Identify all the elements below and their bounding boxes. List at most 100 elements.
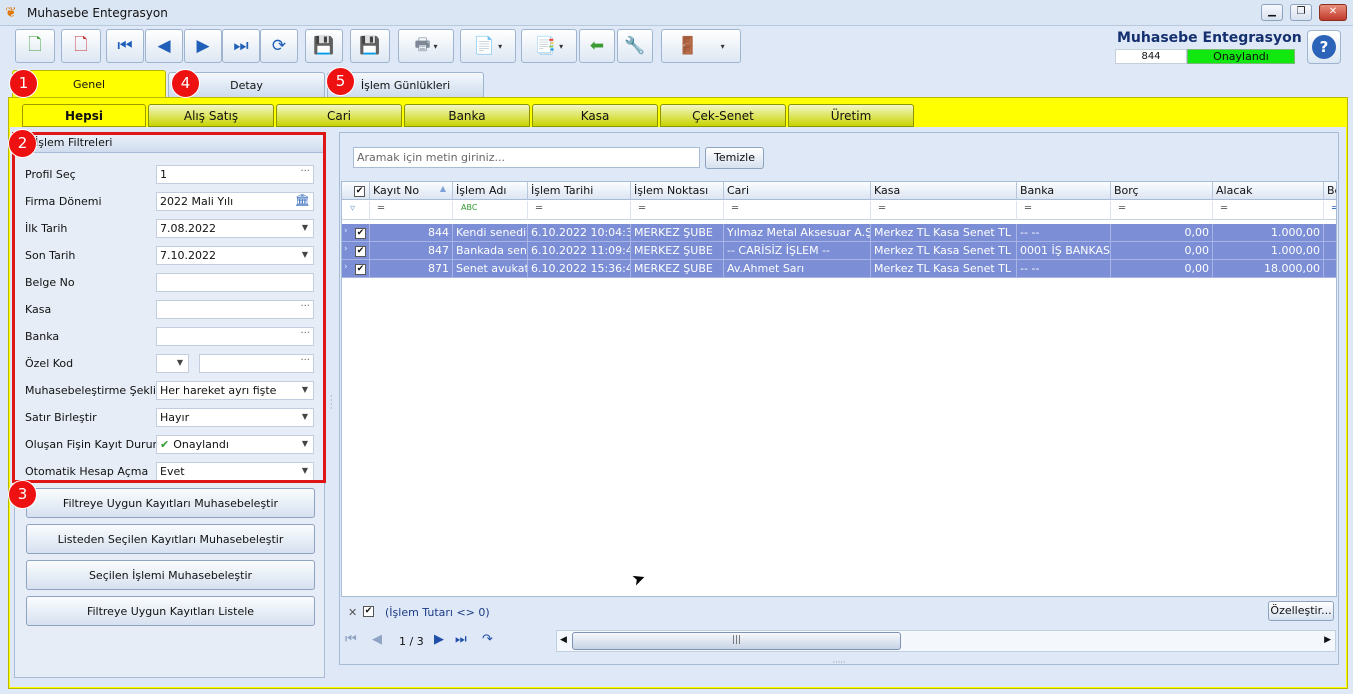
select-all-checkbox[interactable]: ✔ — [342, 182, 370, 200]
filter-alacak[interactable]: ═ — [1213, 201, 1324, 220]
muhasebelestir-selected-button[interactable]: Listeden Seçilen Kayıtları Muhasebeleşti… — [26, 524, 315, 554]
print-button[interactable]: 🖶 ▾ — [398, 29, 454, 63]
chevron-down-icon[interactable]: ▼ — [302, 223, 308, 232]
export-button[interactable]: 📑 ▾ — [521, 29, 577, 63]
column-banka[interactable]: Banka — [1017, 182, 1111, 200]
column-be[interactable]: Be — [1324, 182, 1336, 200]
column-islem-tarihi[interactable]: İşlem Tarihi — [528, 182, 631, 200]
text-filter-icon[interactable]: ABC — [453, 201, 528, 220]
nav-last-icon[interactable]: ⏭ — [455, 632, 467, 647]
new-record-button[interactable]: 🗋 — [15, 29, 55, 63]
horizontal-scrollbar[interactable]: ◀ ||| ▶ — [556, 630, 1336, 652]
ozel-kod-select[interactable]: ▼ — [156, 354, 189, 373]
scroll-right-icon[interactable]: ▶ — [1324, 635, 1331, 645]
chevron-down-icon[interactable]: ▼ — [302, 439, 308, 448]
subtab-banka[interactable]: Banka — [404, 104, 530, 127]
table-row[interactable]: › ✔ 871 Senet avukata 6.10.2022 15:36:47… — [342, 260, 1336, 278]
table-row[interactable]: › ✔ 844 Kendi senedimiz 6.10.2022 10:04:… — [342, 224, 1336, 242]
column-borc[interactable]: Borç — [1111, 182, 1213, 200]
scroll-left-icon[interactable]: ◀ — [560, 635, 567, 645]
nav-first-icon[interactable]: ⏮ — [345, 632, 357, 647]
filter-be[interactable]: ═ — [1324, 201, 1336, 220]
chevron-down-icon[interactable]: ▼ — [302, 412, 308, 421]
table-row[interactable]: › ✔ 847 Bankada senet 6.10.2022 11:09:43… — [342, 242, 1336, 260]
filter-enabled-checkbox[interactable]: ✔ — [363, 606, 374, 617]
save-button[interactable]: 💾 — [305, 29, 343, 63]
chevron-down-icon[interactable]: ▼ — [302, 466, 308, 475]
row-checkbox[interactable]: ✔ — [354, 242, 370, 260]
tools-button[interactable]: 🔧 — [617, 29, 653, 63]
chevron-down-icon[interactable]: ▼ — [177, 358, 183, 367]
column-islem-adi[interactable]: İşlem Adı — [453, 182, 528, 200]
refresh-button[interactable]: ⟳ — [260, 29, 298, 63]
satir-birlestir-select[interactable]: Hayır ▼ — [156, 408, 314, 427]
fis-kayit-durumu-select[interactable]: ✔ Onaylandı ▼ — [156, 435, 314, 454]
column-kayit-no[interactable]: Kayıt No ▲ — [370, 182, 453, 200]
active-filter-text[interactable]: (İşlem Tutarı <> 0) — [385, 606, 490, 619]
muhasebelestir-current-button[interactable]: Seçilen İşlemi Muhasebeleştir — [26, 560, 315, 590]
muhasebelestir-filtered-button[interactable]: Filtreye Uygun Kayıtları Muhasebeleştir — [26, 488, 315, 518]
filter-islem-tarihi[interactable]: ═ — [528, 201, 631, 220]
back-button[interactable]: ⬅ — [579, 29, 615, 63]
subtab-alis-satis[interactable]: Alış Satış — [148, 104, 274, 127]
ellipsis-icon[interactable]: ··· — [300, 355, 310, 366]
son-tarih-field[interactable]: 7.10.2022 ▼ — [156, 246, 314, 265]
clear-filter-icon[interactable]: ✕ — [348, 606, 357, 619]
vertical-splitter[interactable]: · · · · — [330, 393, 333, 413]
nav-refresh-icon[interactable]: ↷ — [482, 632, 493, 647]
filter-islem-noktasi[interactable]: ═ — [631, 201, 724, 220]
cancel-changes-button[interactable]: 💾 — [350, 29, 390, 63]
filter-kayit-no[interactable]: ═ — [370, 201, 453, 220]
filter-cari[interactable]: ═ — [724, 201, 871, 220]
belge-no-field[interactable] — [156, 273, 314, 292]
ellipsis-icon[interactable]: ··· — [300, 301, 310, 312]
banka-field[interactable]: ··· — [156, 327, 314, 346]
subtab-kasa[interactable]: Kasa — [532, 104, 658, 127]
ozel-kod-field[interactable]: ··· — [199, 354, 314, 373]
list-filtered-button[interactable]: Filtreye Uygun Kayıtları Listele — [26, 596, 315, 626]
exit-button[interactable]: 🚪 ▾ — [661, 29, 741, 63]
ilk-tarih-field[interactable]: 7.08.2022 ▼ — [156, 219, 314, 238]
subtab-cari[interactable]: Cari — [276, 104, 402, 127]
pdf-export-button[interactable]: 📄 ▾ — [460, 29, 516, 63]
subtab-uretim[interactable]: Üretim — [788, 104, 914, 127]
ellipsis-icon[interactable]: ··· — [300, 328, 310, 339]
filter-kasa[interactable]: ═ — [871, 201, 1017, 220]
first-record-button[interactable]: ⏮ — [106, 29, 144, 63]
chevron-down-icon[interactable]: ▼ — [302, 250, 308, 259]
row-checkbox[interactable]: ✔ — [354, 224, 370, 242]
minimize-button[interactable]: ▁ — [1261, 4, 1283, 21]
profil-sec-field[interactable]: 1 ··· — [156, 165, 314, 184]
help-button[interactable]: ? — [1307, 30, 1341, 64]
column-alacak[interactable]: Alacak — [1213, 182, 1324, 200]
last-record-button[interactable]: ⏭ — [222, 29, 260, 63]
search-input[interactable]: Aramak için metin giriniz... — [353, 147, 700, 168]
filter-icon[interactable]: ▿ — [342, 201, 370, 220]
column-cari[interactable]: Cari — [724, 182, 871, 200]
restore-button[interactable]: ❐ — [1290, 4, 1312, 21]
column-islem-noktasi[interactable]: İşlem Noktası — [631, 182, 724, 200]
muhasebe-sekli-select[interactable]: Her hareket ayrı fişte ▼ — [156, 381, 314, 400]
nav-prev-icon[interactable]: ◀ — [372, 632, 382, 647]
nav-next-icon[interactable]: ▶ — [434, 632, 444, 647]
customize-button[interactable]: Özelleştir... — [1268, 601, 1334, 621]
subtab-hepsi[interactable]: Hepsi — [22, 104, 146, 127]
kasa-field[interactable]: ··· — [156, 300, 314, 319]
row-checkbox[interactable]: ✔ — [354, 260, 370, 278]
clear-search-button[interactable]: Temizle — [705, 147, 764, 169]
filter-banka[interactable]: ═ — [1017, 201, 1111, 220]
filter-borc[interactable]: ═ — [1111, 201, 1213, 220]
otomatik-hesap-select[interactable]: Evet ▼ — [156, 462, 314, 481]
horizontal-splitter[interactable]: ····· — [341, 659, 1337, 667]
next-record-button[interactable]: ▶ — [184, 29, 222, 63]
close-button[interactable]: ✕ — [1319, 4, 1347, 21]
subtab-cek-senet[interactable]: Çek-Senet — [660, 104, 786, 127]
firma-donemi-field[interactable]: 2022 Mali Yılı 🏛 — [156, 192, 314, 211]
scrollbar-thumb[interactable]: ||| — [572, 632, 901, 650]
delete-record-button[interactable]: 🗋 — [61, 29, 101, 63]
bank-icon[interactable]: 🏛 — [295, 193, 310, 207]
ellipsis-icon[interactable]: ··· — [300, 166, 310, 177]
column-kasa[interactable]: Kasa — [871, 182, 1017, 200]
previous-record-button[interactable]: ◀ — [145, 29, 183, 63]
chevron-down-icon[interactable]: ▼ — [302, 385, 308, 394]
